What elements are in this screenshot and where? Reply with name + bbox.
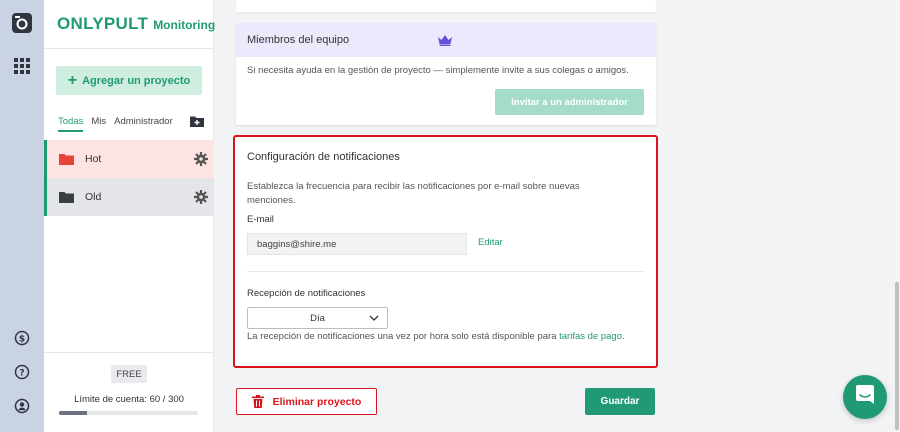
svg-text:?: ? — [19, 369, 24, 379]
paid-plans-note-end: . — [621, 331, 625, 342]
brand-logo[interactable]: ONLYPULT Monitoring — [57, 14, 215, 34]
project-name: Old — [85, 191, 102, 203]
chat-bubble-icon — [854, 384, 876, 411]
team-members-title: Miembros del equipo — [247, 34, 350, 46]
frequency-select[interactable]: Día — [247, 307, 388, 329]
sidebar-divider — [44, 352, 214, 353]
sidebar-divider — [44, 48, 214, 49]
notification-settings-description: Establezca la frecuencia para recibir la… — [247, 181, 580, 206]
help-question-icon[interactable]: ? — [11, 361, 33, 383]
page-scrollbar-thumb[interactable] — [895, 282, 899, 430]
brand-name: ONLYPULT — [57, 14, 149, 33]
section-divider — [247, 271, 644, 272]
project-sidebar: ONLYPULT Monitoring + Agregar un proyect… — [44, 0, 215, 432]
add-project-button[interactable]: + Agregar un proyecto — [56, 66, 202, 95]
project-item-old[interactable]: Old — [44, 178, 214, 216]
email-field[interactable]: baggins@shire.me — [247, 233, 467, 255]
apps-grid-icon[interactable] — [11, 55, 33, 77]
svg-text:$: $ — [19, 335, 25, 345]
folder-icon — [59, 152, 74, 165]
plan-badge[interactable]: FREE — [111, 365, 147, 383]
frequency-selected-value: Día — [310, 312, 325, 324]
paid-plans-note: La recepción de notificaciones una vez p… — [247, 331, 625, 342]
add-project-label: Agregar un proyecto — [82, 74, 191, 87]
email-label: E-mail — [247, 214, 274, 225]
account-limit-bar — [59, 411, 198, 415]
previous-section-card — [236, 0, 656, 12]
notification-settings-title: Configuración de notificaciones — [247, 151, 400, 163]
account-limit-fill — [59, 411, 87, 415]
team-members-card: Miembros del equipo Si necesita ayuda en… — [236, 23, 656, 125]
support-chat-button[interactable] — [843, 375, 887, 419]
paid-plans-note-text: La recepción de notificaciones una vez p… — [247, 331, 560, 342]
filter-tab-mine[interactable]: Mis — [91, 116, 106, 132]
team-members-text: Si necesita ayuda en la gestión de proye… — [247, 65, 629, 76]
project-name: Hot — [85, 153, 102, 165]
account-limit-text: Límite de cuenta: 60 / 300 — [74, 394, 184, 405]
notification-settings-card: Configuración de notificaciones Establez… — [233, 135, 658, 368]
project-settings-gear-icon[interactable] — [194, 152, 208, 166]
project-filter-tabs: Todas Mis Administrador — [58, 116, 181, 132]
delete-project-label: Eliminar proyecto — [272, 395, 362, 408]
user-profile-icon[interactable] — [11, 395, 33, 417]
brand-product: Monitoring — [153, 18, 216, 32]
filter-tab-admin[interactable]: Administrador — [114, 116, 173, 132]
paid-plans-link[interactable]: tarifas de pago — [559, 331, 622, 342]
filter-tab-all[interactable]: Todas — [58, 116, 84, 132]
delete-project-button[interactable]: Eliminar proyecto — [236, 388, 377, 415]
add-folder-icon[interactable] — [190, 114, 204, 127]
crown-icon — [437, 33, 453, 46]
edit-email-link[interactable]: Editar — [478, 237, 503, 248]
billing-dollar-icon[interactable]: $ — [11, 327, 33, 349]
reception-label: Recepción de notificaciones — [247, 288, 366, 299]
app-rail: $ ? — [0, 0, 44, 432]
plus-icon: + — [67, 71, 78, 89]
project-item-hot[interactable]: Hot — [44, 140, 214, 178]
chevron-down-icon — [369, 313, 379, 323]
invite-admin-button[interactable]: Invitar a un administrador — [495, 89, 644, 115]
project-settings-gear-icon[interactable] — [194, 190, 208, 204]
trash-icon — [251, 395, 264, 408]
folder-icon — [59, 190, 74, 203]
camera-app-icon[interactable] — [11, 12, 33, 34]
save-button[interactable]: Guardar — [585, 388, 655, 415]
